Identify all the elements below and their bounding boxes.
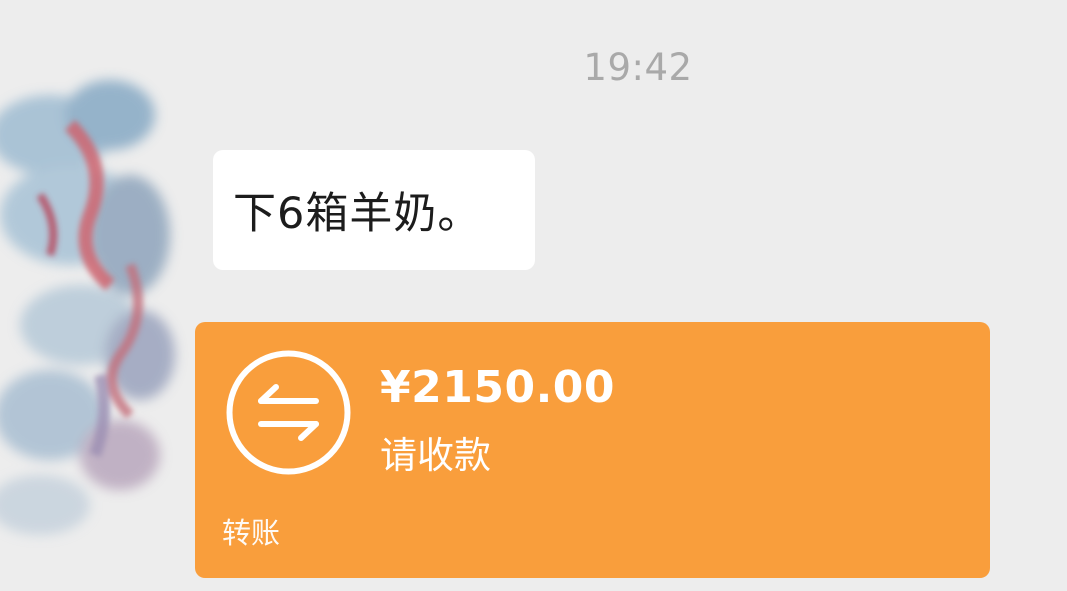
message-timestamp: 19:42 [583, 46, 693, 89]
text-message-bubble[interactable]: 下6箱羊奶。 [213, 150, 535, 270]
transfer-arrows-icon [225, 349, 352, 476]
message-text: 下6箱羊奶。 [233, 189, 482, 239]
chat-screen: 19:42 下6箱羊奶。 ¥2150.00 请收款 转账 [0, 0, 1067, 591]
transfer-label: 转账 [222, 516, 281, 550]
transfer-amount: ¥2150.00 [380, 362, 616, 413]
transfer-status: 请收款 [380, 434, 491, 477]
